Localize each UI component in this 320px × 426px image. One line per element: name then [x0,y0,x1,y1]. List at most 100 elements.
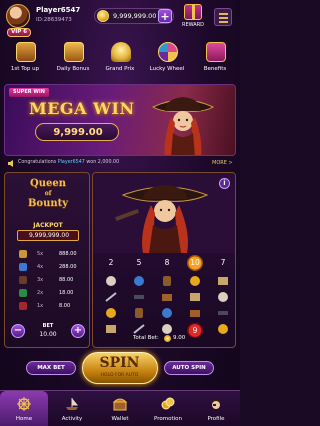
winner-ticker: Congratulations Player6547 won 2,000.00 … [0,158,240,170]
player-id: ID:28639473 [36,17,72,23]
treasure-chest-icon [112,398,128,411]
barrel-icon [163,276,171,286]
grid-cell [213,291,233,306]
grid-cell [129,307,149,322]
paytable-row: 4x 288.00 [19,262,81,273]
coin-icon [164,335,171,342]
player-name: Player6547 [36,6,81,14]
cannon-icon [134,295,144,299]
menu-icon-bar [219,13,228,15]
number-row: 2 5 8 10 7 [97,255,233,271]
jackpot-box: 9,999,999.00 [17,230,79,241]
ticker-prefix: Congratulations [18,160,57,165]
map-icon [19,289,27,297]
info-button[interactable]: i [219,178,230,189]
grid-cell [185,307,205,322]
nav-home[interactable]: Home [0,391,48,426]
total-bet-value: 9.00 [173,335,186,341]
compass-icon [19,263,27,271]
gift-icon [206,42,226,62]
map-icon [218,277,228,285]
wheel-icon [158,42,178,62]
map-icon [190,293,200,301]
super-win-tag: SUPER WIN [9,88,49,97]
quick-link-grand-prix[interactable]: Grand Prix [101,42,139,80]
grid-cell [185,291,205,306]
rewards-label: REWARD [181,22,205,28]
paytable-multiplier: 4x [37,264,44,270]
grid-cell-highlighted: 9 [187,323,203,338]
quick-link-label: 1st Top up [10,66,40,72]
more-link[interactable]: MORE > [212,160,233,166]
pirate-wheel-icon [17,397,31,411]
number-cell: 8 [164,258,170,267]
paytable-multiplier: 3x [37,277,44,283]
nav-activity[interactable]: Activity [48,391,96,426]
skull-icon [162,324,172,334]
treasure-chest-icon [16,42,36,62]
number-cell: 5 [136,258,142,267]
avatar[interactable] [6,4,30,28]
jackpot-value: 9,999,999.00 [28,232,70,239]
number-cell-highlighted: 10 [187,255,203,271]
menu-button[interactable] [214,8,232,26]
paytable-value: 288.00 [59,264,77,270]
game-title-line: Bounty [27,198,69,209]
rewards-button[interactable]: REWARD [180,4,206,36]
auto-spin-button[interactable]: AUTO SPIN [164,361,214,375]
grid-cell [101,275,121,290]
add-funds-button[interactable]: + [158,9,172,23]
quick-link-label: Benefits [203,66,227,72]
avatar-button[interactable]: VIP 6 [6,4,32,37]
nav-promotion[interactable]: Promotion [144,391,192,426]
grid-cell [129,291,149,306]
speaker-icon [8,160,13,167]
nav-wallet[interactable]: Wallet [96,391,144,426]
grid-cell [213,307,233,322]
spin-sublabel: HOLD FOR AUTO [100,373,139,378]
grid-cell [101,291,121,306]
number-cell: 2 [108,258,114,267]
nav-profile[interactable]: Profile [192,391,240,426]
compass-icon [134,276,144,286]
bet-increase-button[interactable]: + [71,324,85,338]
paytable-multiplier: 5x [37,251,44,257]
spin-controls: MAX BET SPIN HOLD FOR AUTO AUTO SPIN [0,352,240,386]
spin-button[interactable]: SPIN HOLD FOR AUTO [82,352,158,384]
pirate-queen-illustration [151,97,215,155]
quick-link-daily-bonus[interactable]: Daily Bonus [54,42,92,80]
spin-label: SPIN [99,355,140,371]
number-cell: 7 [220,258,226,267]
chest-icon [162,294,172,301]
coin-icon [190,276,200,286]
compass-icon [162,308,172,318]
paytable-row: 5x 888.00 [19,249,81,260]
paytable-multiplier: 2x [37,290,44,296]
ticker-player-name: Player6547 [57,160,85,165]
banner-amount: 9,999.00 [53,127,103,138]
skull-icon [19,250,27,258]
ticker-suffix: won 2,000.00 [86,160,120,165]
grid-cell [213,275,233,290]
max-bet-button[interactable]: MAX BET [26,361,76,375]
mega-win-banner[interactable]: SUPER WIN MEGA WIN 9,999.00 [4,84,236,156]
chest-icon [190,310,200,317]
menu-icon-bar [219,21,228,23]
paytable-value: 88.00 [59,277,74,283]
coin-icon [106,308,116,318]
game-title-line: Queen [30,178,66,189]
grid-cell [129,275,149,290]
nav-label: Profile [207,416,225,422]
paytable-row: 3x 88.00 [19,275,81,286]
app-root: VIP 6 Player6547 ID:28639473 9,999,999.0… [0,0,240,426]
jackpot-label: JACKPOT [33,222,63,229]
paytable-row: 2x 18.00 [19,288,81,299]
trophy-icon [111,42,131,62]
grid-cell [157,307,177,322]
cannon-icon [218,311,228,315]
quick-link-benefits[interactable]: Benefits [196,42,234,80]
quick-link-first-top-up[interactable]: 1st Top up [6,42,44,80]
skull-icon [106,276,116,286]
quick-link-lucky-wheel[interactable]: Lucky Wheel [148,42,186,80]
balance-value: 9,999,999.00 [113,12,157,20]
